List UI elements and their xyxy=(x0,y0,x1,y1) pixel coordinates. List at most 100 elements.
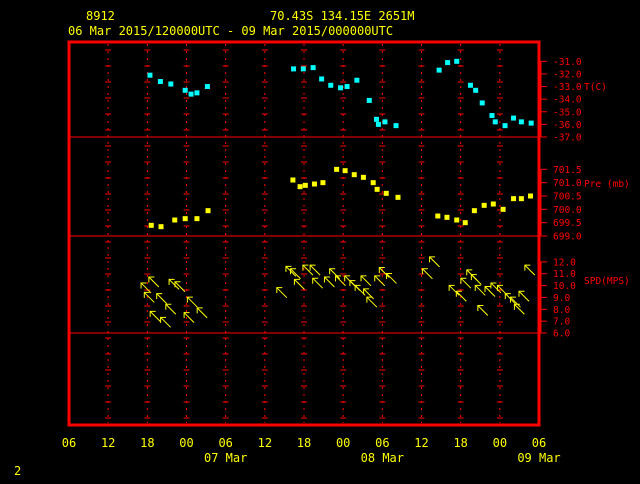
temperature-point xyxy=(366,97,372,103)
pressure-point xyxy=(481,202,487,208)
x-date-label: 08 Mar xyxy=(361,451,404,465)
temperature-point xyxy=(382,119,388,125)
pressure-point xyxy=(205,208,211,214)
temperature-point xyxy=(168,81,174,87)
pressure-point xyxy=(351,172,357,178)
temperature-point xyxy=(436,67,442,73)
x-tick-label: 12 xyxy=(414,436,428,450)
temperature-y-tick-label: -32.0 xyxy=(553,69,582,80)
x-tick-label: 18 xyxy=(297,436,311,450)
temperature-point xyxy=(194,90,200,96)
pressure-point xyxy=(297,184,303,190)
x-tick-label: 00 xyxy=(493,436,507,450)
wind-speed-y-tick-label: 8.0 xyxy=(553,305,570,316)
x-tick-label: 00 xyxy=(336,436,350,450)
temperature-point xyxy=(492,119,498,125)
x-tick-label: 06 xyxy=(375,436,389,450)
pressure-point xyxy=(148,222,154,228)
pressure-y-tick-label: 701.5 xyxy=(553,165,582,176)
temperature-axis-label: T(C) xyxy=(584,82,607,93)
wind-speed-y-tick-label: 10.0 xyxy=(553,281,576,292)
wind-speed-y-tick-label: 12.0 xyxy=(553,257,576,268)
pressure-point xyxy=(290,177,296,183)
pressure-y-tick-label: 700.0 xyxy=(553,205,582,216)
pressure-point xyxy=(172,217,178,223)
temperature-point xyxy=(147,72,153,78)
temperature-point xyxy=(188,91,194,97)
pressure-point xyxy=(528,193,534,199)
temperature-point xyxy=(300,66,306,72)
temperature-y-tick-label: -35.0 xyxy=(553,107,582,118)
pressure-y-tick-label: 700.5 xyxy=(553,192,582,203)
temperature-point xyxy=(479,100,485,106)
temperature-point xyxy=(454,58,460,64)
temperature-point xyxy=(373,116,379,122)
temperature-point xyxy=(375,121,381,127)
temperature-y-tick-label: -36.0 xyxy=(553,120,582,131)
x-tick-label: 06 xyxy=(532,436,546,450)
temperature-point xyxy=(489,113,495,119)
wind-speed-y-tick-label: 7.0 xyxy=(553,317,570,328)
temperature-point xyxy=(473,87,479,93)
pressure-point xyxy=(490,201,496,207)
station-location: 70.43S 134.15E 2651M xyxy=(270,9,415,23)
temperature-point xyxy=(328,82,334,88)
pressure-point xyxy=(158,224,164,230)
pressure-point xyxy=(374,186,380,192)
pressure-point xyxy=(302,182,308,188)
station-meteogram: 8912 70.43S 134.15E 2651M 06 Mar 2015/12… xyxy=(0,0,640,480)
temperature-point xyxy=(338,85,344,91)
pressure-point xyxy=(342,168,348,174)
temperature-y-tick-label: -31.0 xyxy=(553,57,582,68)
pressure-point xyxy=(320,180,326,186)
temperature-point xyxy=(511,115,517,121)
temperature-point xyxy=(393,123,399,129)
pressure-point xyxy=(454,217,460,223)
time-period: 06 Mar 2015/120000UTC - 09 Mar 2015/0000… xyxy=(68,24,393,38)
pressure-point xyxy=(360,174,366,180)
pressure-point xyxy=(435,213,441,219)
temperature-point xyxy=(344,84,350,90)
temperature-point xyxy=(354,77,360,83)
x-tick-label: 18 xyxy=(453,436,467,450)
x-tick-label: 06 xyxy=(62,436,76,450)
wind-speed-axis-label: SPD(MPS) xyxy=(584,276,630,287)
x-tick-label: 12 xyxy=(258,436,272,450)
temperature-point xyxy=(528,120,534,126)
pressure-point xyxy=(462,220,468,226)
pressure-point xyxy=(500,206,506,212)
x-tick-label: 06 xyxy=(218,436,232,450)
pressure-y-tick-label: 699.5 xyxy=(553,218,582,229)
background xyxy=(0,0,640,480)
temperature-point xyxy=(319,76,325,82)
temperature-point xyxy=(291,66,297,72)
x-tick-label: 12 xyxy=(101,436,115,450)
temperature-y-tick-label: -34.0 xyxy=(553,95,582,106)
pressure-point xyxy=(395,194,401,200)
temperature-point xyxy=(182,87,188,93)
x-tick-label: 00 xyxy=(179,436,193,450)
page-number: 2 xyxy=(14,464,21,478)
pressure-point xyxy=(518,196,524,202)
station-id: 8912 xyxy=(86,9,115,23)
pressure-point xyxy=(383,190,389,196)
x-date-label: 07 Mar xyxy=(204,451,247,465)
temperature-point xyxy=(204,84,210,90)
pressure-y-tick-label: 699.0 xyxy=(553,232,582,243)
pressure-y-tick-label: 701.0 xyxy=(553,178,582,189)
x-date-label: 09 Mar xyxy=(517,451,560,465)
temperature-y-tick-label: -33.0 xyxy=(553,82,582,93)
temperature-point xyxy=(518,119,524,125)
pressure-point xyxy=(471,208,477,214)
pressure-point xyxy=(370,180,376,186)
wind-speed-y-tick-label: 6.0 xyxy=(553,329,570,340)
temperature-point xyxy=(157,78,163,84)
x-tick-label: 18 xyxy=(140,436,154,450)
pressure-point xyxy=(311,181,317,187)
pressure-point xyxy=(444,214,450,220)
pressure-axis-label: Pre (mb) xyxy=(584,179,630,190)
pressure-point xyxy=(182,216,188,222)
temperature-point xyxy=(310,65,316,71)
pressure-point xyxy=(334,166,340,172)
temperature-point xyxy=(445,60,451,66)
